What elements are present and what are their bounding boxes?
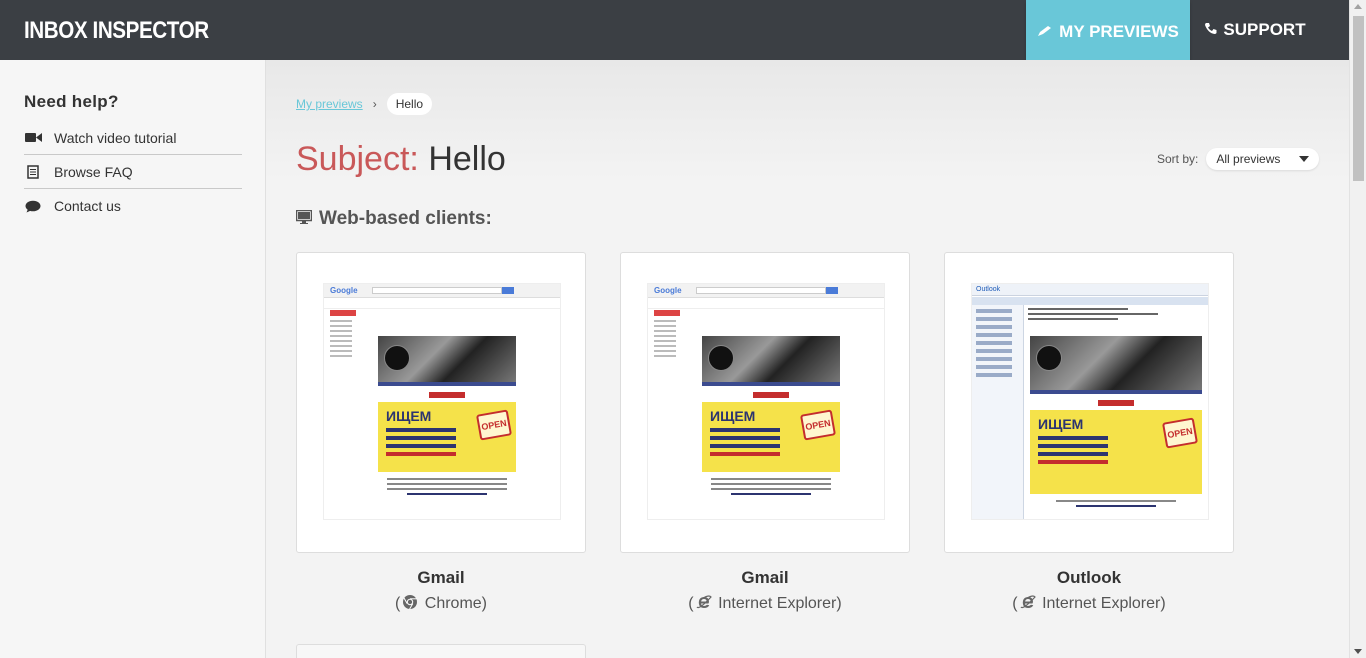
nav-support[interactable]: SUPPORT <box>1190 0 1320 60</box>
help-item-video-tutorial[interactable]: Watch video tutorial <box>24 121 242 155</box>
browser-label: Internet Explorer <box>1042 595 1161 612</box>
sort-select[interactable]: All previews <box>1206 148 1320 170</box>
email-headline: ИЩЕМ <box>710 408 756 424</box>
help-title: Need help? <box>24 92 119 111</box>
gmail-logo-text: Google <box>654 286 682 295</box>
client-name: Outlook <box>1056 568 1122 587</box>
preview-card-partial[interactable] <box>296 644 586 658</box>
preview-thumbnail[interactable]: Google ИЩЕМ OPEN <box>323 283 561 520</box>
gmail-logo-text: Google <box>330 286 358 295</box>
breadcrumb-link-my-previews[interactable]: My previews <box>296 97 363 111</box>
client-browser: ( Chrome) <box>296 594 586 615</box>
section-title-web-clients: Web-based clients: <box>295 208 492 230</box>
outlook-logo-text: Outlook <box>976 286 1001 293</box>
paren-close: ) <box>481 595 487 612</box>
ie-icon <box>696 594 712 615</box>
page-title: Subject: Hello <box>296 140 506 179</box>
caret-down-icon <box>1299 156 1310 162</box>
email-preview: ИЩЕМ OPEN <box>378 336 516 498</box>
preview-card-gmail-ie[interactable]: Google ИЩЕМ OPEN <box>620 252 910 553</box>
sort-control: Sort by: All previews <box>1157 148 1320 170</box>
document-icon <box>24 164 42 179</box>
open-sign-badge: OPEN <box>1161 417 1199 449</box>
email-headline: ИЩЕМ <box>386 408 432 424</box>
paren-close: ) <box>836 595 842 612</box>
nav-my-previews[interactable]: MY PREVIEWS <box>1026 0 1190 63</box>
open-sign-badge: OPEN <box>475 409 513 441</box>
subject-label: Subject: <box>296 140 419 178</box>
paren-open: ( <box>1012 595 1018 612</box>
paren-open: ( <box>394 595 401 612</box>
help-item-contact[interactable]: Contact us <box>24 189 242 223</box>
sort-label: Sort by: <box>1157 152 1199 166</box>
nav-my-previews-label: MY PREVIEWS <box>1059 21 1179 41</box>
phone-icon <box>1204 20 1217 40</box>
nav-support-label: SUPPORT <box>1223 20 1306 39</box>
breadcrumb-current: Hello <box>386 93 433 115</box>
app-logo[interactable]: INBOX INSPECTOR <box>24 17 209 45</box>
email-preview: ИЩЕМ OPEN <box>1030 336 1202 510</box>
breadcrumb: My previews › Hello <box>296 93 433 115</box>
pencil-icon <box>1037 22 1053 42</box>
chrome-icon <box>402 594 418 615</box>
section-title-label: Web-based clients: <box>319 208 492 229</box>
help-item-label: Contact us <box>54 198 121 214</box>
email-headline: ИЩЕМ <box>1038 416 1084 432</box>
paren-close: ) <box>1160 595 1166 612</box>
scroll-up-arrow-icon[interactable] <box>1354 4 1362 9</box>
page-scrollbar[interactable] <box>1349 0 1366 658</box>
email-preview: ИЩЕМ OPEN <box>702 336 840 498</box>
top-bar: INBOX INSPECTOR MY PREVIEWS SUPPORT <box>0 0 1349 63</box>
help-item-label: Watch video tutorial <box>54 129 177 146</box>
help-sidebar: Need help? Watch video tutorial Browse F… <box>0 60 266 658</box>
client-name: Gmail <box>417 568 465 587</box>
preview-card-outlook-ie[interactable]: Outlook ИЩЕМ OPEN <box>944 252 1234 553</box>
client-name: Gmail <box>741 568 789 587</box>
sort-selected-value: All previews <box>1216 152 1281 166</box>
paren-open: ( <box>688 595 694 612</box>
preview-thumbnail[interactable]: Google ИЩЕМ OPEN <box>647 283 885 520</box>
help-item-faq[interactable]: Browse FAQ <box>24 155 242 189</box>
scroll-down-arrow-icon[interactable] <box>1354 649 1362 654</box>
ie-icon <box>1020 594 1036 615</box>
help-item-label: Browse FAQ <box>54 163 133 180</box>
monitor-icon <box>295 208 313 230</box>
browser-label: Internet Explorer <box>718 595 837 612</box>
client-browser: ( Internet Explorer) <box>944 594 1234 615</box>
help-list: Watch video tutorial Browse FAQ Contact … <box>24 121 242 223</box>
preview-thumbnail[interactable]: Outlook ИЩЕМ OPEN <box>971 283 1209 520</box>
client-browser: ( Internet Explorer) <box>620 594 910 615</box>
video-camera-icon <box>24 131 42 145</box>
breadcrumb-separator: › <box>372 97 377 111</box>
main-content: My previews › Hello Subject: Hello Sort … <box>266 60 1349 658</box>
scroll-thumb[interactable] <box>1353 16 1364 181</box>
subject-value: Hello <box>428 140 506 178</box>
preview-card-gmail-chrome[interactable]: Google ИЩЕМ OPEN <box>296 252 586 553</box>
browser-label: Chrome <box>424 595 482 612</box>
open-sign-badge: OPEN <box>799 409 837 441</box>
chat-bubble-icon <box>24 199 42 213</box>
